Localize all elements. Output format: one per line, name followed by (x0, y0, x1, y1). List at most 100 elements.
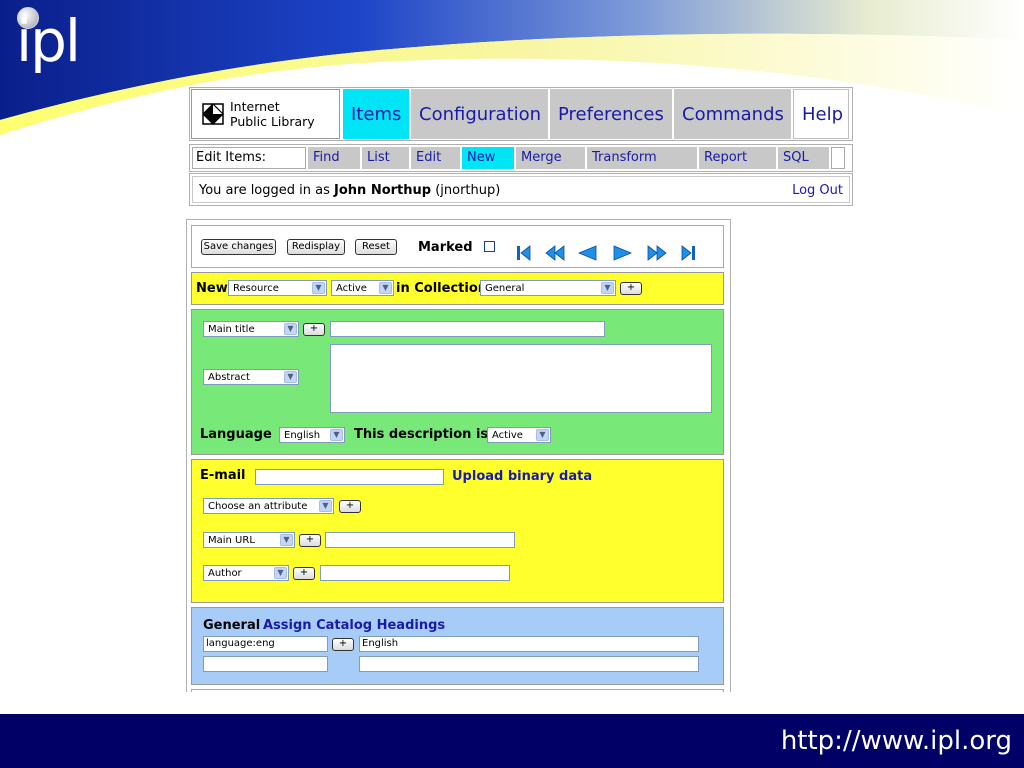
tab-commands[interactable]: Commands (674, 89, 791, 139)
new-item-row: New Resource ▼ Active ▼ in Collection Gene… (191, 272, 724, 305)
fast-forward-icon[interactable] (646, 245, 668, 261)
add-heading-button[interactable]: + (332, 638, 354, 651)
description-status-select[interactable]: Active ▼ (487, 427, 551, 443)
last-record-icon[interactable] (679, 245, 697, 261)
abstract-type-value: Abstract (208, 372, 250, 383)
ipl-brand[interactable]: Internet Public Library (191, 89, 340, 139)
status-select[interactable]: Active ▼ (331, 280, 394, 296)
author-input[interactable] (320, 565, 510, 581)
status-value: Active (336, 283, 367, 294)
author-type-value: Author (208, 568, 242, 579)
add-author-button[interactable]: + (293, 567, 315, 580)
edit-items-label: Edit Items: (192, 147, 306, 169)
heading-value-input-blank[interactable] (359, 656, 699, 672)
brand-name: Internet Public Library (230, 99, 315, 129)
collection-select[interactable]: General ▼ (480, 280, 616, 296)
chevron-down-icon: ▼ (319, 500, 332, 512)
next-panel-edge (191, 689, 724, 692)
title-type-value: Main title (208, 324, 255, 335)
assign-catalog-headings-link[interactable]: Assign Catalog Headings (263, 618, 445, 633)
add-attribute-button[interactable]: + (339, 500, 361, 513)
ipl-logo: ipl (16, 7, 81, 75)
tab-items[interactable]: Items (343, 89, 409, 139)
heading-value-input[interactable]: English (359, 636, 699, 652)
login-prefix: You are logged in as (199, 183, 335, 198)
subtab-report[interactable]: Report (699, 147, 776, 169)
tab-preferences[interactable]: Preferences (550, 89, 672, 139)
edit-items-bar: Edit Items: Find List Edit New Merge Tra… (189, 144, 853, 172)
marked-checkbox[interactable] (484, 241, 495, 252)
description-panel: Main title ▼ + Abstract ▼ Language English… (191, 309, 724, 455)
chevron-down-icon: ▼ (284, 371, 297, 383)
save-changes-button[interactable]: Save changes (201, 239, 276, 255)
ipl-diamond-logo-icon (202, 103, 224, 125)
tab-help[interactable]: Help (793, 89, 849, 139)
heading-code-input[interactable]: language:eng (203, 636, 328, 652)
title-type-select[interactable]: Main title ▼ (203, 321, 299, 337)
subtab-list[interactable]: List (362, 147, 409, 169)
chevron-down-icon: ▼ (601, 282, 614, 294)
reset-button[interactable]: Reset (355, 239, 397, 255)
add-collection-button[interactable]: + (620, 282, 642, 295)
item-editor: Save changes Redisplay Reset Marked New … (186, 219, 731, 692)
first-record-icon[interactable] (515, 245, 533, 261)
email-input[interactable] (255, 469, 444, 485)
language-value: English (284, 430, 321, 441)
resource-type-select[interactable]: Resource ▼ (228, 280, 327, 296)
previous-record-icon[interactable] (577, 245, 597, 261)
upload-binary-link[interactable]: Upload binary data (452, 469, 592, 484)
abstract-type-select[interactable]: Abstract ▼ (203, 369, 299, 385)
chevron-down-icon: ▼ (280, 534, 293, 546)
new-label: New (196, 281, 228, 296)
chevron-down-icon: ▼ (312, 282, 325, 294)
language-label: Language (200, 427, 272, 442)
catalog-collection-label: General (203, 618, 261, 633)
author-type-select[interactable]: Author ▼ (203, 565, 289, 581)
main-title-input[interactable] (330, 321, 605, 337)
resource-type-value: Resource (233, 283, 279, 294)
subtab-sql[interactable]: SQL (778, 147, 829, 169)
subtab-find[interactable]: Find (308, 147, 360, 169)
choose-attribute-value: Choose an attribute (208, 501, 308, 512)
add-url-button[interactable]: + (299, 534, 321, 547)
chevron-down-icon: ▼ (379, 282, 392, 294)
description-status-label: This description is (354, 427, 489, 442)
language-select[interactable]: English ▼ (279, 427, 345, 443)
abstract-textarea[interactable] (330, 344, 712, 413)
subtab-transform[interactable]: Transform (587, 147, 697, 169)
in-collection-label: in Collection (396, 281, 487, 296)
subtab-spacer (831, 147, 845, 169)
subtab-edit[interactable]: Edit (411, 147, 460, 169)
collection-value: General (485, 283, 525, 294)
main-url-input[interactable] (325, 532, 515, 548)
brand-line-1: Internet (230, 99, 280, 114)
chevron-down-icon: ▼ (284, 323, 297, 335)
choose-attribute-select[interactable]: Choose an attribute ▼ (203, 498, 334, 514)
redisplay-button[interactable]: Redisplay (287, 239, 345, 255)
log-out-link[interactable]: Log Out (792, 183, 843, 198)
login-status: You are logged in as John Northup (jnort… (199, 183, 500, 198)
login-bar: You are logged in as John Northup (jnort… (189, 173, 853, 206)
attributes-panel: E-mail Upload binary data Choose an attr… (191, 459, 724, 603)
subtab-new[interactable]: New (462, 147, 514, 169)
main-navbar: Internet Public Library Items Configurat… (189, 87, 853, 141)
catalog-panel: General Assign Catalog Headings language… (191, 607, 724, 685)
chevron-down-icon: ▼ (536, 429, 549, 441)
description-status-value: Active (492, 430, 523, 441)
url-type-value: Main URL (208, 535, 255, 546)
chevron-down-icon: ▼ (330, 429, 343, 441)
rewind-icon[interactable] (544, 245, 566, 261)
login-user-name: John Northup (334, 183, 432, 198)
heading-code-input-blank[interactable] (203, 656, 328, 672)
next-record-icon[interactable] (613, 245, 633, 261)
slide-footer: http://www.ipl.org (0, 714, 1024, 768)
editor-toolbar: Save changes Redisplay Reset Marked (191, 225, 724, 268)
url-type-select[interactable]: Main URL ▼ (203, 532, 295, 548)
email-label: E-mail (200, 468, 246, 483)
footer-url: http://www.ipl.org (780, 726, 1012, 756)
brand-line-2: Public Library (230, 114, 315, 129)
chevron-down-icon: ▼ (274, 567, 287, 579)
subtab-merge[interactable]: Merge (516, 147, 585, 169)
add-title-button[interactable]: + (303, 323, 325, 336)
tab-configuration[interactable]: Configuration (411, 89, 548, 139)
